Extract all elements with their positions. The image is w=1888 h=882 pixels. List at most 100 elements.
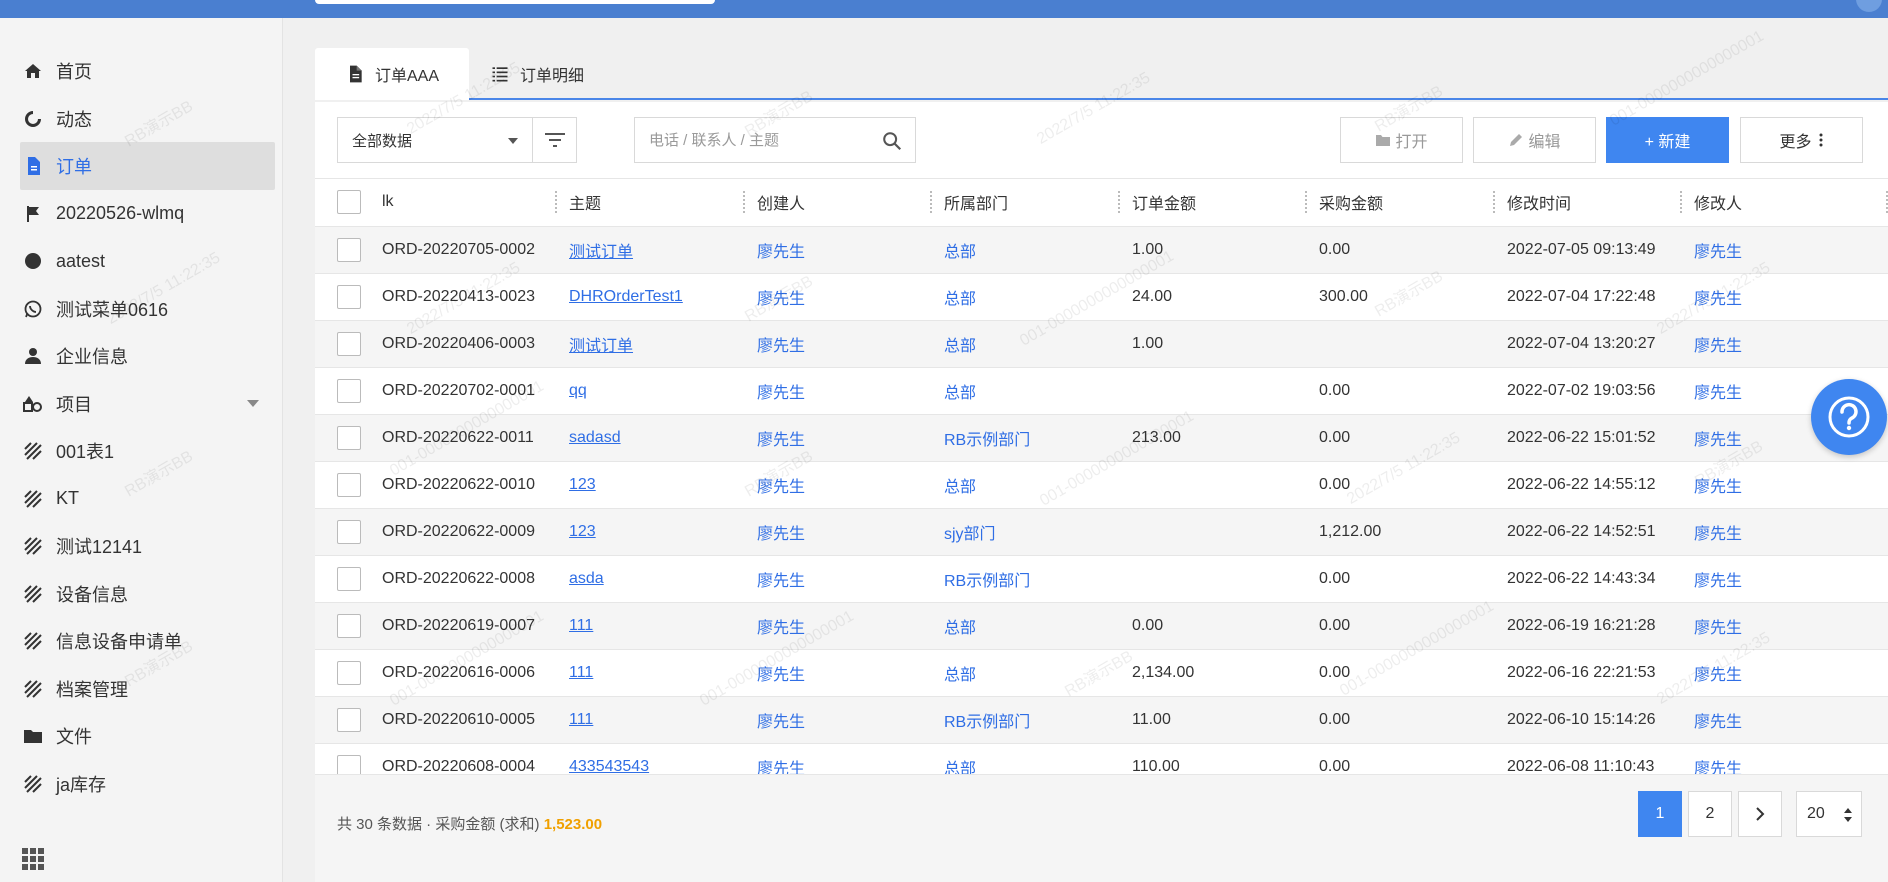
tab-order-details[interactable]: 订单明细 [460,48,614,100]
advanced-filter-button[interactable] [532,118,576,162]
sidebar-item-14[interactable]: 文件 [20,712,275,760]
sidebar-item-6[interactable]: 企业信息 [20,332,275,380]
table-row[interactable]: ORD-20220619-0007 111 廖先生 总部 0.00 0.00 2022-06… [315,602,1888,650]
chevron-down-icon[interactable] [247,399,259,407]
subject-link[interactable]: 测试订单 [569,338,633,355]
table-row[interactable]: ORD-20220622-0010 123 廖先生 总部 0.00 2022-06-22 … [315,461,1888,509]
data-scope-select[interactable]: 全部数据 [337,117,577,163]
column-header[interactable]: 主题 [557,179,745,227]
table-row[interactable]: ORD-20220622-0009 123 廖先生 sjy部门 1,212.00 2022… [315,508,1888,556]
user-link[interactable]: 廖先生 [757,714,805,731]
user-link[interactable]: 廖先生 [757,620,805,637]
department-link[interactable]: 总部 [944,244,976,261]
user-link[interactable]: 廖先生 [757,526,805,543]
row-checkbox[interactable] [337,237,361,262]
more-button[interactable]: 更多 [1740,117,1863,163]
sidebar-item-0[interactable]: 首页 [20,47,275,95]
department-link[interactable]: 总部 [944,620,976,637]
next-page-button[interactable] [1738,791,1782,837]
table-row[interactable]: ORD-20220702-0001 qq 廖先生 总部 0.00 2022-07-02 1… [315,367,1888,415]
row-checkbox[interactable] [337,613,361,638]
department-link[interactable]: 总部 [944,761,976,775]
sidebar-item-8[interactable]: 001表1 [20,427,275,475]
subject-link[interactable]: 111 [569,711,593,728]
user-link[interactable]: 廖先生 [757,573,805,590]
department-link[interactable]: 总部 [944,291,976,308]
sidebar-item-4[interactable]: aatest [20,237,275,285]
row-checkbox[interactable] [337,331,361,356]
column-header[interactable]: lk [370,179,557,227]
user-link[interactable]: 廖先生 [1694,620,1742,637]
row-checkbox[interactable] [337,284,361,309]
department-link[interactable]: 总部 [944,338,976,355]
search-icon[interactable] [881,130,903,152]
user-link[interactable]: 廖先生 [757,244,805,261]
department-link[interactable]: 总部 [944,667,976,684]
page-1-button[interactable]: 1 [1638,791,1682,837]
department-link[interactable]: RB示例部门 [944,573,1030,590]
sidebar-item-5[interactable]: 测试菜单0616 [20,285,275,333]
row-checkbox[interactable] [337,378,361,403]
subject-link[interactable]: asda [569,570,604,587]
table-row[interactable]: ORD-20220705-0002 测试订单 廖先生 总部 1.00 0.00 2022-0… [315,226,1888,274]
sidebar-item-7[interactable]: 项目 [20,380,275,428]
tab-orders[interactable]: 订单AAA [315,48,470,100]
user-link[interactable]: 廖先生 [1694,761,1742,775]
user-link[interactable]: 廖先生 [1694,667,1742,684]
user-link[interactable]: 廖先生 [1694,573,1742,590]
subject-link[interactable]: DHROrderTest1 [569,288,683,305]
subject-link[interactable]: 111 [569,664,593,681]
sidebar-item-10[interactable]: 测试12141 [20,522,275,570]
subject-link[interactable]: 123 [569,523,596,540]
sidebar-item-11[interactable]: 设备信息 [20,570,275,618]
table-row[interactable]: ORD-20220608-0004 433543543 廖先生 总部 110.00 0.0… [315,743,1888,774]
sidebar-item-3[interactable]: 20220526-wlmq [20,190,275,238]
user-link[interactable]: 廖先生 [1694,714,1742,731]
subject-link[interactable]: 111 [569,617,593,634]
sidebar-item-12[interactable]: 信息设备申请单 [20,617,275,665]
help-button[interactable] [1811,379,1887,455]
sidebar-item-2[interactable]: 订单 [20,142,275,190]
department-link[interactable]: RB示例部门 [944,714,1030,731]
department-link[interactable]: 总部 [944,479,976,496]
column-header[interactable]: 订单金额 [1120,179,1307,227]
column-header[interactable]: 创建人 [745,179,932,227]
global-search-input[interactable] [315,0,715,4]
search-input[interactable] [649,131,869,149]
user-avatar[interactable] [1856,0,1882,12]
user-link[interactable]: 廖先生 [1694,244,1742,261]
sidebar-item-13[interactable]: 档案管理 [20,665,275,713]
page-2-button[interactable]: 2 [1688,791,1732,837]
column-header[interactable]: 修改时间 [1495,179,1682,227]
user-link[interactable]: 廖先生 [1694,338,1742,355]
apps-grid-icon[interactable] [22,848,44,870]
page-size-select[interactable]: 20 [1796,791,1862,837]
open-button[interactable]: 打开 [1340,117,1463,163]
user-link[interactable]: 廖先生 [757,479,805,496]
new-button[interactable]: + 新建 [1606,117,1729,163]
department-link[interactable]: RB示例部门 [944,432,1030,449]
user-link[interactable]: 廖先生 [1694,432,1742,449]
user-link[interactable]: 廖先生 [757,761,805,775]
user-link[interactable]: 廖先生 [1694,526,1742,543]
row-checkbox[interactable] [337,707,361,732]
user-link[interactable]: 廖先生 [1694,479,1742,496]
department-link[interactable]: sjy部门 [944,526,996,543]
table-row[interactable]: ORD-20220610-0005 111 廖先生 RB示例部门 11.00 0.00 20… [315,696,1888,744]
column-header[interactable]: 采购金额 [1307,179,1495,227]
subject-link[interactable]: sadasd [569,429,621,446]
table-row[interactable]: ORD-20220413-0023 DHROrderTest1 廖先生 总部 24.00… [315,273,1888,321]
department-link[interactable]: 总部 [944,385,976,402]
row-checkbox[interactable] [337,566,361,591]
row-checkbox[interactable] [337,425,361,450]
user-link[interactable]: 廖先生 [1694,385,1742,402]
subject-link[interactable]: 123 [569,476,596,493]
table-row[interactable]: ORD-20220406-0003 测试订单 廖先生 总部 1.00 2022-07-04… [315,320,1888,368]
subject-link[interactable]: 测试订单 [569,244,633,261]
user-link[interactable]: 廖先生 [757,432,805,449]
row-checkbox[interactable] [337,660,361,685]
user-link[interactable]: 廖先生 [757,291,805,308]
select-all-checkbox[interactable] [337,190,361,215]
user-link[interactable]: 廖先生 [1694,291,1742,308]
column-header[interactable]: 修改人 [1682,179,1888,227]
